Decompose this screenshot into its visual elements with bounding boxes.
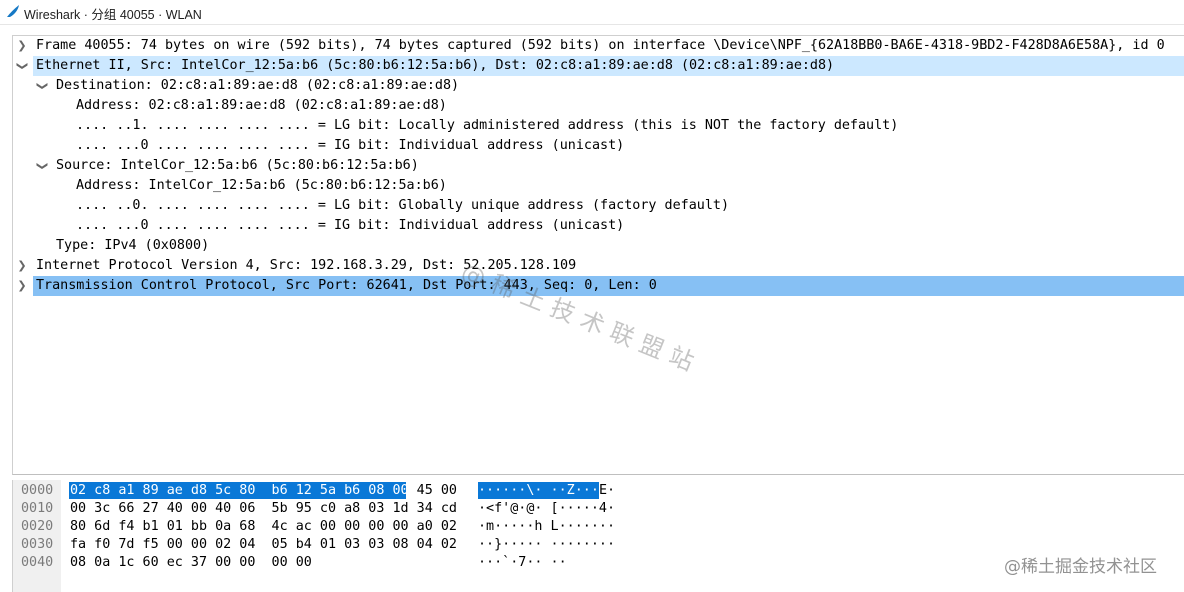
tree-row-type[interactable]: Type: IPv4 (0x0800) (13, 236, 1184, 256)
title-bar: Wireshark · 分组 40055 · WLAN (0, 0, 1184, 25)
chevron-right-icon[interactable]: ❯ (15, 256, 29, 276)
hex-bytes-row[interactable]: 00 3c 66 27 40 00 40 06 5b 95 c0 a8 03 1… (70, 500, 457, 518)
watermark-bottom-right: @稀土掘金技术社区 (1004, 557, 1157, 577)
hex-bytes-row[interactable]: 80 6d f4 b1 01 bb 0a 68 4c ac 00 00 00 0… (70, 518, 457, 536)
ascii-bytes-unselected[interactable]: E· (599, 483, 615, 498)
hex-bytes-unselected[interactable]: 45 00 (409, 483, 457, 498)
tree-row-src-address[interactable]: Address: IntelCor_12:5a:b6 (5c:80:b6:12:… (13, 176, 1184, 196)
tree-row-src-lg-bit[interactable]: .... ..0. .... .... .... .... = LG bit: … (13, 196, 1184, 216)
byte-offset: 0040 (21, 555, 54, 570)
chevron-down-icon[interactable]: ❯ (32, 79, 52, 93)
window-title: Wireshark · 分组 40055 · WLAN (24, 8, 202, 22)
hex-bytes-row[interactable]: fa f0 7d f5 00 00 02 04 05 b4 01 03 03 0… (70, 536, 457, 554)
ascii-bytes-row[interactable]: ·m·····h L······· (478, 518, 615, 536)
tree-row-dst-address[interactable]: Address: 02:c8:a1:89:ae:d8 (02:c8:a1:89:… (13, 96, 1184, 116)
tree-row-src-ig-bit[interactable]: .... ...0 .... .... .... .... = IG bit: … (13, 216, 1184, 236)
tree-row-tcp[interactable]: ❯ Transmission Control Protocol, Src Por… (13, 276, 1184, 296)
chevron-down-icon[interactable]: ❯ (32, 159, 52, 173)
tree-row-source[interactable]: ❯ Source: IntelCor_12:5a:b6 (5c:80:b6:12… (13, 156, 1184, 176)
byte-offset: 0010 (21, 501, 54, 516)
tree-row-frame[interactable]: ❯ Frame 40055: 74 bytes on wire (592 bit… (13, 36, 1184, 56)
wireshark-fin-icon (7, 5, 19, 17)
ascii-bytes-selected[interactable]: ······\· ··Z··· (478, 483, 599, 498)
hex-bytes-row[interactable]: 02 c8 a1 89 ae d8 5c 80 b6 12 5a b6 08 0… (70, 482, 457, 500)
tree-row-dst-lg-bit[interactable]: .... ..1. .... .... .... .... = LG bit: … (13, 116, 1184, 136)
byte-offset: 0000 (21, 483, 54, 498)
packet-details-tree[interactable]: ❯ Frame 40055: 74 bytes on wire (592 bit… (12, 35, 1184, 475)
tree-row-dst-ig-bit[interactable]: .... ...0 .... .... .... .... = IG bit: … (13, 136, 1184, 156)
chevron-right-icon[interactable]: ❯ (15, 36, 29, 56)
ascii-bytes-row[interactable]: ··}····· ········ (478, 536, 615, 554)
byte-offset: 0030 (21, 537, 54, 552)
tree-row-destination[interactable]: ❯ Destination: 02:c8:a1:89:ae:d8 (02:c8:… (13, 76, 1184, 96)
chevron-down-icon[interactable]: ❯ (13, 59, 32, 73)
hex-bytes-selected[interactable]: 02 c8 a1 89 ae d8 5c 80 b6 12 5a b6 08 0… (70, 483, 409, 498)
tree-row-ethernet[interactable]: ❯ Ethernet II, Src: IntelCor_12:5a:b6 (5… (13, 56, 1184, 76)
hex-bytes-row[interactable]: 08 0a 1c 60 ec 37 00 00 00 00 (70, 554, 312, 572)
chevron-right-icon[interactable]: ❯ (15, 276, 29, 296)
byte-offset: 0020 (21, 519, 54, 534)
tree-row-ipv4[interactable]: ❯ Internet Protocol Version 4, Src: 192.… (13, 256, 1184, 276)
ascii-bytes-row[interactable]: ·<f'@·@· [·····4· (478, 500, 615, 518)
ascii-bytes-row[interactable]: ······\· ··Z···E· (478, 482, 615, 500)
ascii-bytes-row[interactable]: ···`·7·· ·· (478, 554, 567, 572)
